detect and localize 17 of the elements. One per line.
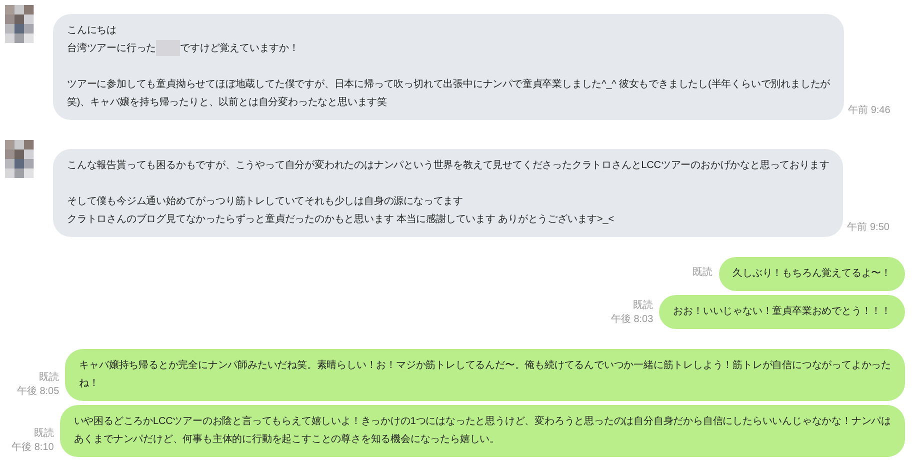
message-time: 午前 9:46 [848, 104, 890, 118]
read-receipt: 既読 [692, 266, 713, 280]
message-time: 午後 8:03 [610, 313, 654, 327]
message-time: 午前 9:50 [847, 221, 890, 235]
message-text: キャバ嬢持ち帰るとか完全にナンパ師みたいだね笑。素晴らしい！お！マジか筋トレしてるんだ〜。俺も続けてるんでいつか一緒に筋トレしよう！筋トレが自信につながってよかった ね！ [79, 358, 891, 391]
read-receipt: 既読 [633, 299, 654, 313]
message-text: ツアーに参加しても童貞拗らせてほぼ地蔵してた僕ですが、日本に帰って吹っ切れて出張中にナンパで童貞卒業しました^_^ 彼女もできましたし(半年くらいで別れましたが 笑)、キャバ嬢を持ち帰ったりと、以前とは自分変わったなと思います笑 [67, 78, 830, 110]
message-time: 午後 8:05 [16, 385, 60, 399]
read-receipt: 既読 [34, 427, 54, 441]
message-text: こんな報告貰っても困るかもですが、こうやって自分が変われたのはナンパという世界を教えて見せてくださったクラトロさんとLCCツアーのおかげかなと思っております [67, 158, 830, 173]
message-text: 久しぶり！もちろん覚えてるよ〜！ [732, 266, 891, 281]
message-text: こんにちは 台湾ツアーに行った ですけど覚えていますか！ [67, 22, 830, 58]
message-text: そして僕も今ジム通い始めてがっつり筋トレしていてそれも少しは自身の源になってます クラトロさんのブログ見てなかったらずっと童貞だったのかもと思います 本当に感謝しています ありがとうございます>_< [67, 194, 615, 227]
message-text: おお！いいじゃない！童貞卒業おめでとう！！！ [673, 304, 891, 319]
message-text: いや困るどころかLCCツアーのお陰と言ってもらえて嬉しいよ！きっかけの1つにはなったと思うけど、変わろうと思ったのは自分自身だから自信にしたらいいんじゃなかな！ナンパは あくまでナンパだけど、何事も主体的に行動を起こすことの尊さを知る機会になったら嬉しい。 [74, 414, 891, 447]
message-time: 午後 8:10 [12, 441, 54, 455]
read-receipt: 既読 [39, 371, 60, 385]
